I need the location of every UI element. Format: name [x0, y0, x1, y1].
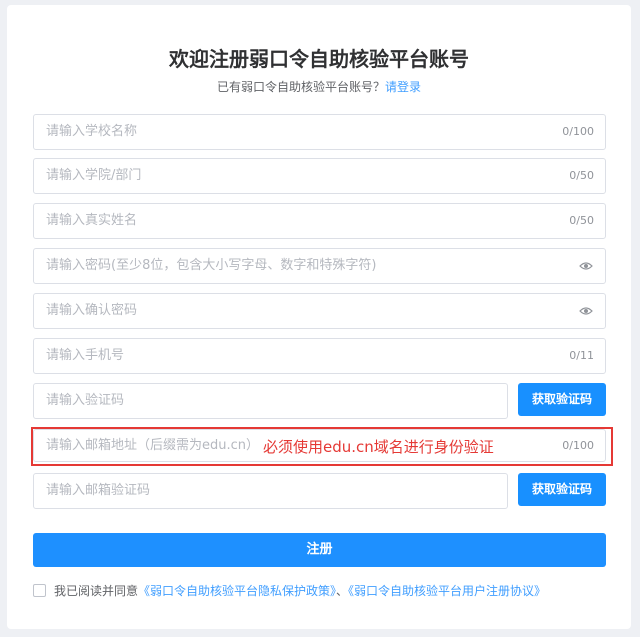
agreement-row: 我已阅读并同意《弱口令自助核验平台隐私保护政策》、《弱口令自助核验平台用户注册协… — [33, 582, 546, 598]
confirm-password-input[interactable]: 请输入确认密码 — [33, 293, 606, 329]
school-input[interactable]: 请输入学校名称 0/100 — [33, 114, 606, 150]
school-char-count: 0/100 — [562, 125, 594, 138]
sms-code-placeholder: 请输入验证码 — [46, 393, 125, 408]
college-placeholder: 请输入学院/部门 — [46, 168, 142, 183]
eye-icon[interactable] — [579, 305, 593, 317]
agreement-checkbox[interactable] — [33, 584, 46, 597]
name-placeholder: 请输入真实姓名 — [46, 213, 138, 228]
terms-link[interactable]: 《弱口令自助核验平台用户注册协议》 — [348, 584, 546, 598]
get-email-code-button[interactable]: 获取验证码 — [518, 473, 606, 506]
school-placeholder: 请输入学校名称 — [46, 124, 138, 139]
agreement-prefix: 我已阅读并同意 — [54, 584, 139, 598]
password-input[interactable]: 请输入密码(至少8位，包含大小写字母、数字和特殊字符) — [33, 248, 606, 284]
login-prompt: 已有弱口令自助核验平台账号？请登录 — [7, 78, 631, 95]
get-sms-code-button[interactable]: 获取验证码 — [518, 383, 606, 416]
have-account-text: 已有弱口令自助核验平台账号？ — [216, 80, 385, 94]
edu-domain-note: 必须使用edu.cn域名进行身份验证 — [263, 438, 494, 456]
phone-placeholder: 请输入手机号 — [46, 348, 125, 363]
page-title: 欢迎注册弱口令自助核验平台账号 — [169, 47, 469, 71]
privacy-policy-link[interactable]: 《弱口令自助核验平台隐私保护政策》 — [138, 584, 336, 598]
phone-input[interactable]: 请输入手机号 0/11 — [33, 338, 606, 374]
confirm-password-placeholder: 请输入确认密码 — [46, 303, 138, 318]
email-code-placeholder: 请输入邮箱验证码 — [46, 483, 151, 498]
name-input[interactable]: 请输入真实姓名 0/50 — [33, 203, 606, 239]
college-input[interactable]: 请输入学院/部门 0/50 — [33, 158, 606, 194]
phone-char-count: 0/11 — [569, 349, 594, 362]
college-char-count: 0/50 — [569, 169, 594, 182]
password-placeholder: 请输入密码(至少8位，包含大小写字母、数字和特殊字符) — [46, 258, 377, 273]
register-button[interactable]: 注册 — [33, 533, 606, 567]
eye-icon[interactable] — [579, 260, 593, 272]
agreement-separator: 、 — [336, 584, 349, 598]
login-link[interactable]: 请登录 — [385, 80, 421, 94]
email-code-input[interactable]: 请输入邮箱验证码 — [33, 473, 508, 509]
sms-code-input[interactable]: 请输入验证码 — [33, 383, 508, 419]
name-char-count: 0/50 — [569, 214, 594, 227]
